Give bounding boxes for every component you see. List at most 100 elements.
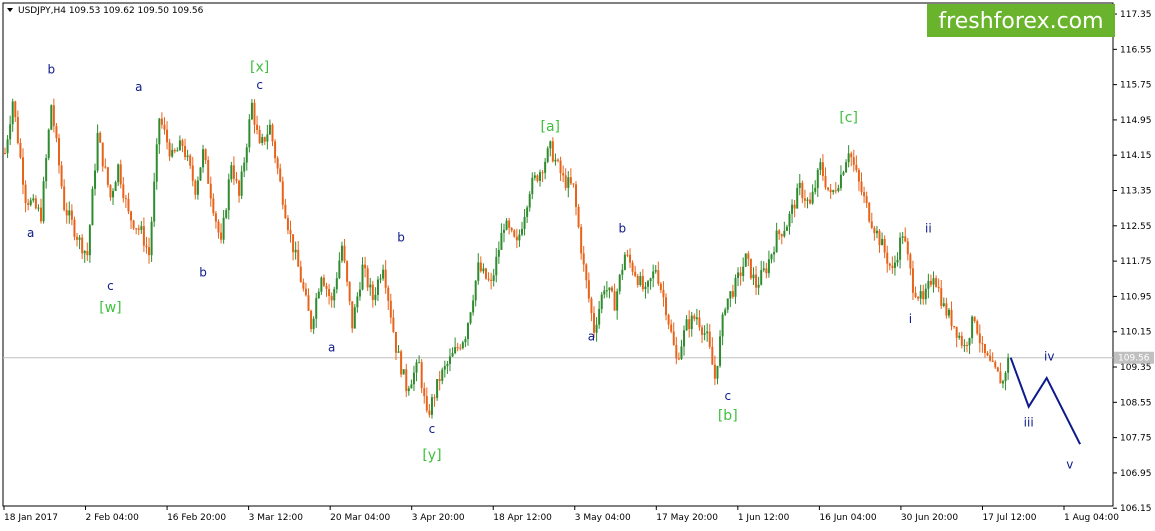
candle-body [70,210,73,220]
x-tick-label: 17 May 20:00 [656,513,718,523]
candle-body [963,345,966,347]
wave-label: a [588,330,595,344]
candle-body [580,226,583,254]
candle-body [369,284,372,288]
candle-body [819,162,822,170]
candle-body [719,336,722,366]
candle-body [693,315,696,320]
chart-svg[interactable]: baac[w]b[x]cabc[y][a]bac[b][c]iiiiiiivv … [0,0,1155,527]
candle-body [922,291,925,300]
wave-label: c [724,389,731,403]
candle-body [958,335,961,338]
candle-body [6,139,9,154]
candle-body [911,268,914,293]
candle-body [729,291,732,299]
candle-body [387,287,390,301]
wave-label: b [47,63,55,77]
candle-body [1001,381,1004,384]
candle-body [83,250,86,254]
candle-body [788,213,791,227]
candle-body [703,333,706,335]
candle-body [863,192,866,197]
candle-body [706,331,709,334]
candle-body [906,241,909,255]
candle-body [924,288,927,300]
candle-body [325,285,328,289]
x-tick-label: 16 Jun 04:00 [819,513,876,523]
wave-label: b [397,230,405,244]
candle-body [163,124,166,130]
candle-body [621,269,624,275]
candle-body [37,207,40,209]
candle-body [160,118,163,125]
y-tick-label: 116.55 [1120,45,1152,55]
candle-body [716,365,719,379]
candle-body [852,157,855,165]
candle-body [148,247,151,256]
candle-body [394,331,397,353]
candle-body [657,270,660,284]
candle-body [577,206,580,227]
candle-body [364,264,367,269]
candle-body [739,272,742,276]
candle-body [423,388,426,397]
candle-body [821,162,824,177]
candle-body [194,180,197,195]
candle-body [639,276,642,285]
candle-body [531,177,534,195]
candle-body [438,379,441,381]
candle-body [400,351,403,375]
candle-body [935,278,938,287]
candle-body [618,274,621,292]
candle-body [914,292,917,297]
wave-label: a [328,341,335,355]
candle-body [371,284,374,300]
candle-body [824,176,827,188]
chart-area[interactable]: b a a c [w] b [x] c a b c [y] [a] b a c [b] [c] ii i iii iv v … [0,0,1155,527]
candle-body [904,236,907,242]
candle-body [418,362,421,364]
candle-body [899,237,902,260]
candle-body [929,280,932,285]
candle-body [726,298,729,310]
chart-background [0,0,1155,527]
candle-body [88,225,91,256]
candle-body [184,145,187,158]
wave-label: [x] [250,59,269,75]
candle-body [42,181,45,222]
x-tick-label: 3 May 04:00 [575,513,631,523]
candle-body [549,141,552,149]
candle-body [99,132,102,143]
candle-body [765,268,768,274]
candle-body [114,182,117,192]
candle-body [433,397,436,399]
candle-body [117,164,120,183]
candle-body [811,191,814,204]
candle-body [623,254,626,270]
candle-body [585,264,588,281]
candle-body [356,296,359,308]
candle-body [320,277,323,292]
candle-body [284,204,287,219]
candle-body [340,245,343,261]
candle-body [60,165,63,187]
candle-body [142,226,145,246]
candle-body [690,315,693,330]
candle-body [677,358,680,360]
candle-body [454,347,457,354]
candle-body [809,199,812,204]
candle-body [636,275,639,285]
wave-label: c [107,279,114,293]
candle-body [209,183,212,199]
y-tick-label: 112.55 [1120,222,1152,232]
y-tick-label: 108.55 [1120,398,1152,408]
x-tick-label: 3 Apr 20:00 [412,513,465,523]
candle-body [274,141,277,159]
candle-body [407,388,410,392]
candle-body [374,294,377,300]
wave-label: v [1066,457,1073,471]
candle-body [785,226,788,231]
candle-body [112,191,115,198]
candle-body [760,270,763,285]
candle-body [711,346,714,365]
